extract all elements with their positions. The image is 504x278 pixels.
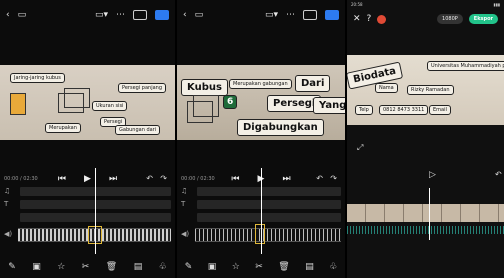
close-icon[interactable]: ✕	[353, 14, 361, 24]
canvas-icon[interactable]: ▣	[32, 262, 41, 272]
edit-icon[interactable]: ✎	[185, 262, 193, 272]
back-icon[interactable]: ‹	[183, 10, 187, 20]
save-icon[interactable]	[133, 10, 147, 20]
signal-icon: ▮▮▮	[493, 2, 500, 7]
text-track-icon[interactable]: T	[4, 200, 8, 208]
aspect-ratio-icon[interactable]: ▭▾	[95, 10, 108, 20]
text-track[interactable]	[197, 200, 341, 209]
bottom-toolbar: ✎ ▣ ☆ ✂ 🗑 ▤ ♧	[177, 256, 345, 278]
editor-toolbar: ‹ ▭ ▭▾ ⋯	[177, 0, 345, 30]
screen-icon[interactable]: ▭	[195, 10, 204, 20]
record-icon[interactable]	[377, 14, 387, 24]
playhead[interactable]	[429, 188, 430, 240]
back-icon[interactable]: ‹	[6, 10, 10, 20]
export-button[interactable]	[325, 10, 339, 20]
video-preview[interactable]: Biodata Universitas Muhammadiyah prof Dr…	[347, 55, 504, 125]
card-text: 0812 8473 3311	[379, 105, 429, 115]
editor-toolbar: ‹ ▭ ▭▾ ⋯	[0, 0, 175, 30]
card-text: Ukuran sisi	[92, 101, 128, 111]
sticker-icon[interactable]: ☆	[232, 262, 240, 272]
timeline-ruler	[347, 183, 504, 191]
sticker-icon[interactable]: ☆	[57, 262, 65, 272]
card-text: Telp	[355, 105, 373, 115]
skip-back-icon[interactable]: ⏮	[58, 174, 66, 184]
adjust-icon[interactable]: ▤	[134, 262, 143, 272]
help-icon[interactable]: ?	[367, 14, 372, 24]
book-figure	[10, 93, 26, 115]
editor-panel-1: ‹ ▭ ▭▾ ⋯ Jaring-jaring kubus Persegi pan…	[0, 0, 175, 278]
delete-icon[interactable]: 🗑	[106, 262, 117, 272]
fullscreen-icon[interactable]: ⤢	[357, 143, 363, 153]
audio-waveform[interactable]	[347, 226, 504, 234]
video-filmstrip[interactable]	[347, 204, 504, 222]
canvas-icon[interactable]: ▣	[208, 262, 217, 272]
cube-drawing	[193, 95, 219, 117]
volume-icon[interactable]: ◀)	[181, 230, 189, 238]
card-text: Rizky Ramadan	[407, 85, 454, 95]
redo-icon[interactable]: ↷	[160, 174, 167, 183]
adjust-icon[interactable]: ▤	[305, 262, 314, 272]
cube-drawing	[64, 88, 90, 108]
card-text: Digabungkan	[237, 119, 324, 136]
more-icon[interactable]: ⋯	[286, 10, 295, 20]
undo-icon[interactable]: ↶	[495, 170, 502, 179]
card-text: 6	[223, 95, 238, 109]
playhead[interactable]	[95, 168, 96, 254]
card-text: Nama	[375, 83, 398, 93]
undo-icon[interactable]: ↶	[316, 174, 323, 183]
card-text: Yang	[313, 97, 345, 114]
card-text: Dari	[295, 75, 331, 92]
skip-forward-icon[interactable]: ⏭	[109, 174, 117, 184]
music-icon[interactable]: ♫	[4, 187, 10, 195]
play-icon[interactable]: ▷	[429, 170, 436, 180]
skip-back-icon[interactable]: ⏮	[231, 174, 239, 184]
bottom-toolbar: ✎ ▣ ☆ ✂ 🗑 ▤ ♧	[0, 256, 175, 278]
video-preview[interactable]: Jaring-jaring kubus Persegi panjang Ukur…	[0, 65, 175, 140]
effects-icon[interactable]: ♧	[329, 262, 337, 272]
card-text: Email	[429, 105, 451, 115]
play-icon[interactable]: ▶	[84, 174, 91, 184]
skip-forward-icon[interactable]: ⏭	[282, 174, 290, 184]
card-text: Merupakan gabungan	[229, 79, 292, 89]
video-preview[interactable]: Kubus Merupakan gabungan Dari 6 Persegi …	[177, 65, 345, 140]
save-icon[interactable]	[303, 10, 317, 20]
overlay-track[interactable]	[197, 213, 341, 222]
edit-icon[interactable]: ✎	[8, 262, 16, 272]
card-text: Universitas Muhammadiyah prof Dr Hamka	[427, 61, 504, 71]
status-time: 20:58	[351, 2, 363, 7]
editor-toolbar: ✕ ? 1080P Ekspor	[347, 8, 504, 30]
text-track-icon[interactable]: T	[181, 200, 185, 208]
delete-icon[interactable]: 🗑	[278, 262, 289, 272]
cut-icon[interactable]: ✂	[255, 262, 263, 272]
resolution-select[interactable]: 1080P	[437, 14, 463, 24]
aspect-ratio-icon[interactable]: ▭▾	[265, 10, 278, 20]
screen-icon[interactable]: ▭	[18, 10, 27, 20]
undo-icon[interactable]: ↶	[146, 174, 153, 183]
playhead[interactable]	[261, 168, 262, 254]
card-text: Kubus	[181, 79, 228, 96]
cut-icon[interactable]: ✂	[82, 262, 90, 272]
music-icon[interactable]: ♫	[181, 187, 187, 195]
export-button[interactable]	[155, 10, 169, 20]
editor-panel-2: ‹ ▭ ▭▾ ⋯ Kubus Merupakan gabungan Dari 6…	[177, 0, 345, 278]
effects-icon[interactable]: ♧	[159, 262, 167, 272]
more-icon[interactable]: ⋯	[116, 10, 125, 20]
card-text: Jaring-jaring kubus	[10, 73, 65, 83]
card-text: Persegi panjang	[118, 83, 167, 93]
video-filmstrip[interactable]	[195, 228, 341, 242]
editor-panel-3: 20:58 ▮▮▮ ✕ ? 1080P Ekspor Biodata Unive…	[347, 0, 504, 278]
export-button[interactable]: Ekspor	[468, 14, 498, 24]
audio-track[interactable]	[197, 187, 341, 196]
clip-selection[interactable]	[255, 224, 265, 244]
volume-icon[interactable]: ◀)	[4, 230, 12, 238]
redo-icon[interactable]: ↷	[330, 174, 337, 183]
card-text: Merupakan	[45, 123, 81, 133]
card-text: Gabungan dari	[115, 125, 161, 135]
